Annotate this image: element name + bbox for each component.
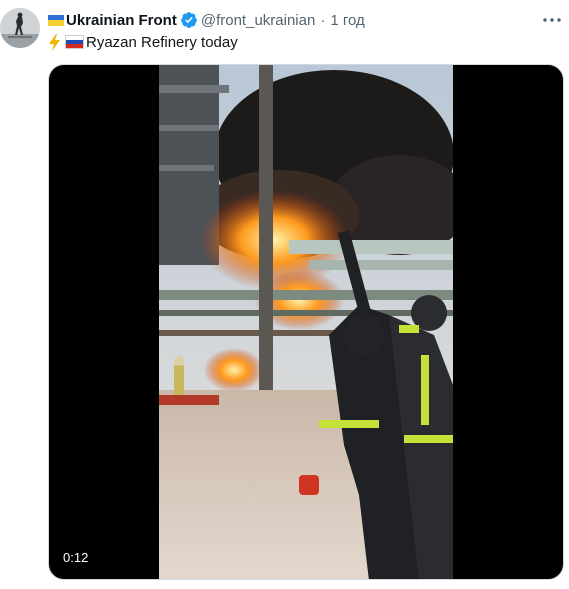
timestamp[interactable]: 1 год	[330, 12, 364, 29]
avatar-image	[0, 8, 40, 48]
russia-flag-icon	[65, 35, 84, 49]
avatar[interactable]	[0, 8, 40, 48]
refinery-fire-thumbnail	[159, 65, 453, 579]
author-display-name[interactable]: Ukrainian Front	[66, 12, 177, 29]
tweet[interactable]: Ukrainian Front @front_ukrainian · 1 год…	[0, 0, 569, 589]
separator-dot: ·	[320, 11, 326, 29]
ukraine-flag-icon	[48, 14, 64, 26]
author-handle[interactable]: @front_ukrainian	[201, 12, 315, 29]
video-duration: 0:12	[59, 548, 93, 567]
more-horizontal-icon	[543, 18, 561, 22]
tweet-text: Ryazan Refinery today	[48, 32, 238, 52]
video-frame	[159, 65, 453, 579]
video-player[interactable]: 0:12	[48, 64, 564, 580]
verified-badge-icon	[180, 12, 197, 28]
lightning-icon	[49, 33, 60, 51]
tweet-body-text: Ryazan Refinery today	[86, 33, 238, 51]
more-options-button[interactable]	[541, 10, 563, 30]
tweet-header: Ukrainian Front @front_ukrainian · 1 год	[48, 10, 365, 30]
